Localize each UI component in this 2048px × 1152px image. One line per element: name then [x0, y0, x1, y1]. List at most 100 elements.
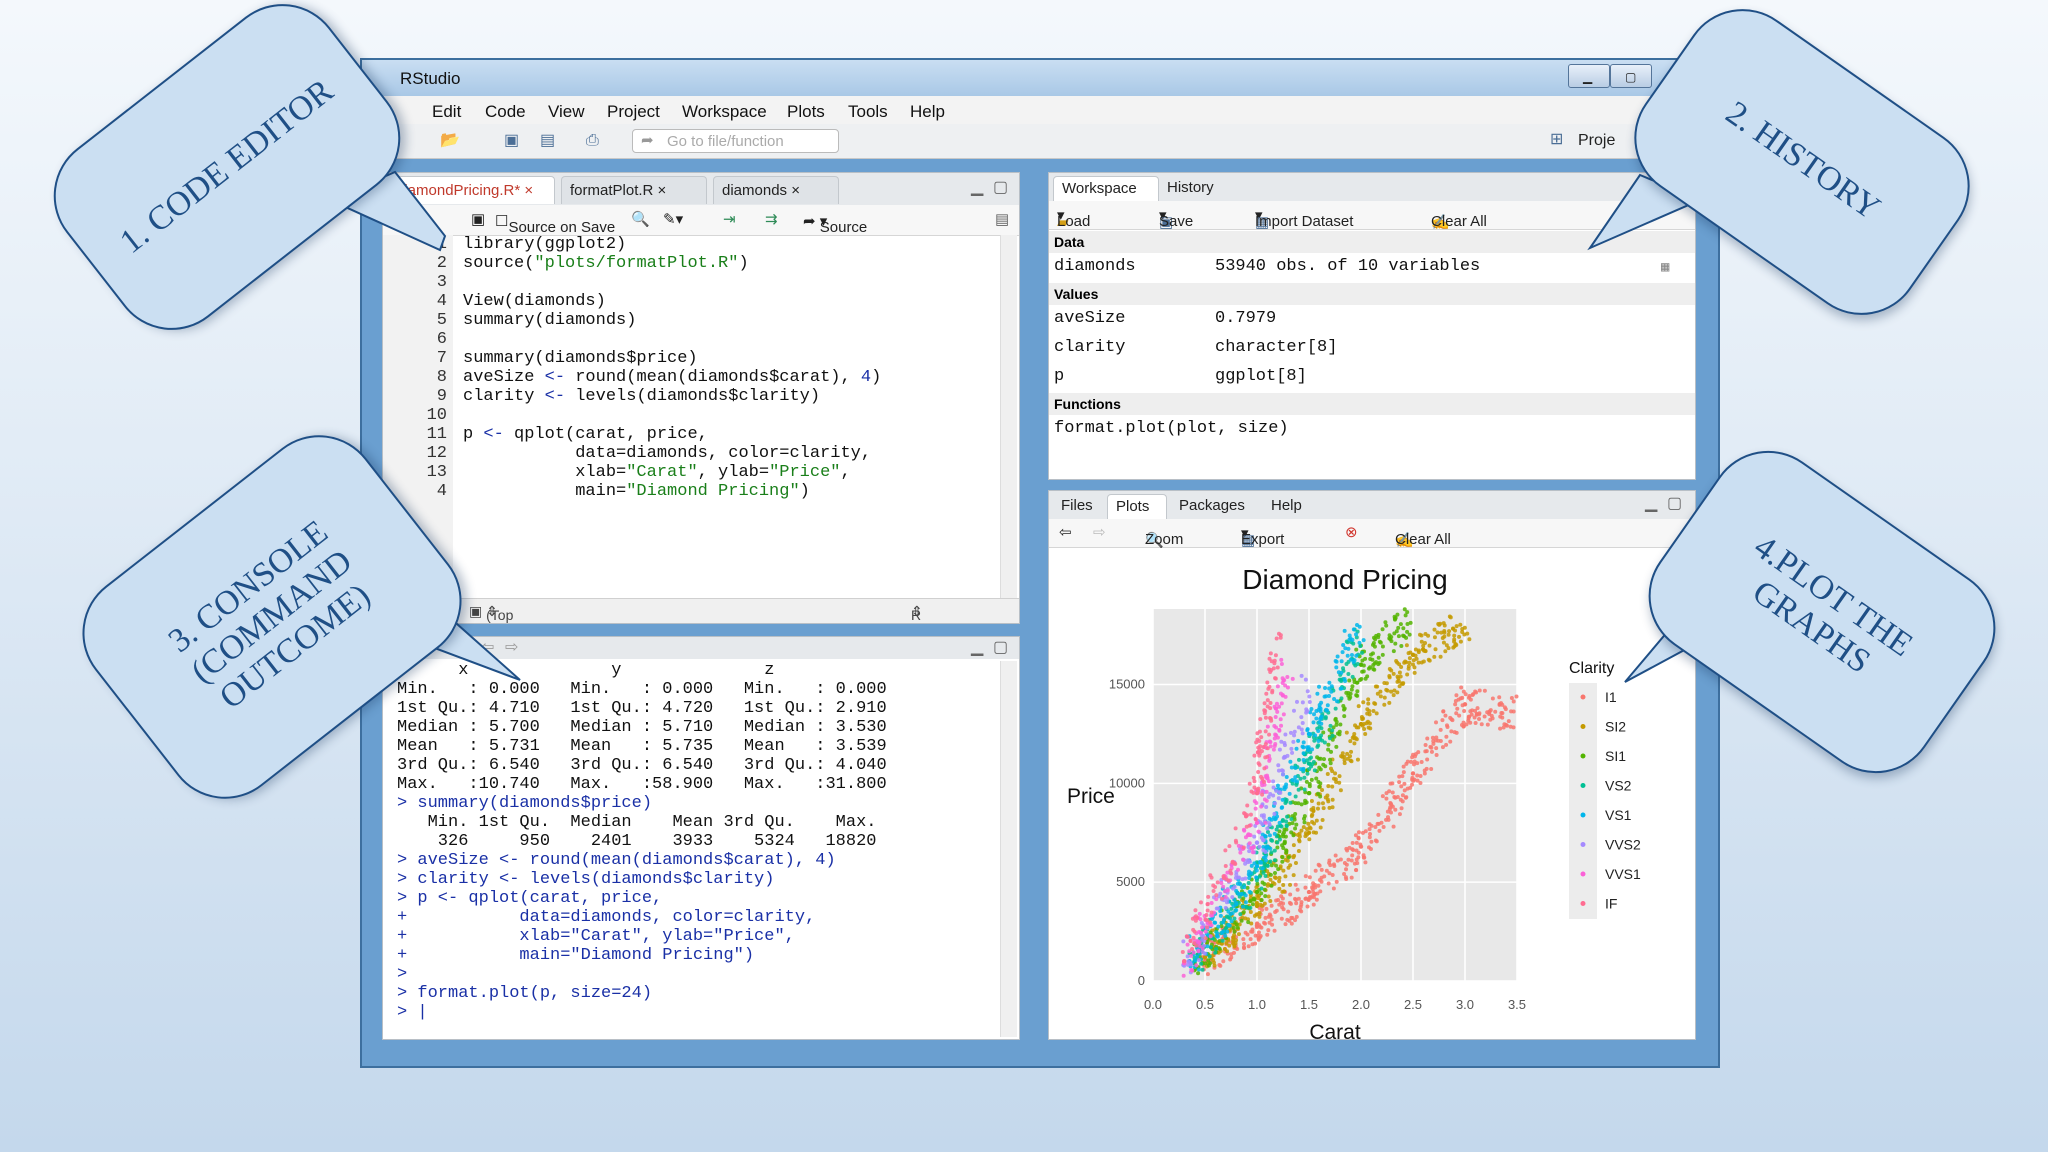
code-line[interactable]: summary(diamonds) — [463, 311, 881, 330]
data-point — [1368, 831, 1373, 836]
menu-plots[interactable]: Plots — [787, 102, 825, 122]
workspace-row-diamonds[interactable]: diamonds 53940 obs. of 10 variables ▦ — [1049, 253, 1695, 281]
code-line[interactable]: clarity <- levels(diamonds$clarity) — [463, 387, 881, 406]
close-icon[interactable]: × — [791, 182, 800, 199]
forward-icon[interactable]: ⇨ — [505, 639, 518, 657]
load-button[interactable]: ▰ Load ▾ — [1057, 206, 1090, 231]
menu-edit[interactable]: Edit — [432, 102, 461, 122]
minimize-pane-icon[interactable]: ▁ — [971, 639, 983, 657]
data-point — [1319, 726, 1324, 731]
workspace-row-avesize[interactable]: aveSize 0.7979 — [1049, 305, 1695, 333]
data-point — [1300, 731, 1305, 736]
tab-plots[interactable]: Plots — [1107, 494, 1167, 519]
maximize-pane-icon[interactable]: ▢ — [993, 179, 1008, 197]
tab-history[interactable]: History — [1159, 176, 1235, 201]
editor-scrollbar[interactable] — [1000, 235, 1017, 601]
outline-icon[interactable]: ▤ — [995, 211, 1009, 229]
tab-files[interactable]: Files — [1053, 494, 1105, 519]
remove-plot-icon[interactable]: ⊗ — [1345, 524, 1358, 542]
code-line[interactable] — [463, 330, 881, 349]
menu-code[interactable]: Code — [485, 102, 526, 122]
menu-workspace[interactable]: Workspace — [682, 102, 767, 122]
code-line[interactable]: summary(diamonds$price) — [463, 349, 881, 368]
code-text[interactable]: library(ggplot2) source("plots/formatPlot… — [463, 235, 881, 501]
minimize-pane-icon[interactable]: ▁ — [1645, 495, 1657, 513]
back-icon[interactable]: ⇦ — [481, 639, 494, 657]
console-scrollbar[interactable] — [1000, 661, 1017, 1037]
save-icon[interactable]: ▣ — [471, 211, 485, 229]
grid-view-icon[interactable]: ▦ — [1661, 259, 1669, 276]
menu-project[interactable]: Project — [607, 102, 660, 122]
print-icon[interactable]: ⎙ — [586, 132, 599, 150]
data-point — [1339, 670, 1344, 675]
tab-packages[interactable]: Packages — [1171, 494, 1257, 519]
code-line[interactable] — [463, 406, 881, 425]
save-all-icon[interactable]: ▤ — [540, 132, 555, 150]
minimize-pane-icon[interactable]: ▁ — [971, 179, 983, 197]
maximize-button[interactable]: ▢ — [1610, 64, 1652, 88]
magic-wand-icon[interactable]: ✎▾ — [663, 211, 683, 229]
tab-help[interactable]: Help — [1263, 494, 1317, 519]
goto-file-input[interactable]: ➦ Go to file/function — [632, 129, 839, 153]
source-button[interactable]: ➦ Source ▾ — [803, 212, 867, 236]
data-point — [1287, 791, 1292, 796]
rerun-icon[interactable]: ⇉ — [765, 211, 778, 229]
data-point — [1338, 857, 1343, 862]
project-icon[interactable]: ⊞ — [1550, 131, 1563, 149]
scope-selector[interactable]: ▣ (Top Level) ⇕ — [469, 603, 513, 623]
data-point — [1387, 674, 1392, 679]
code-line[interactable]: source("plots/formatPlot.R") — [463, 254, 881, 273]
save-icon[interactable]: ▣ — [504, 132, 519, 150]
data-point — [1278, 717, 1283, 722]
data-point — [1232, 943, 1237, 948]
maximize-pane-icon[interactable]: ▢ — [993, 639, 1008, 657]
code-line[interactable]: p <- qplot(carat, price, — [463, 425, 881, 444]
data-point — [1401, 770, 1406, 775]
data-point — [1265, 704, 1270, 709]
code-line[interactable]: library(ggplot2) — [463, 235, 881, 254]
workspace-row-format-plot[interactable]: format.plot(plot, size) — [1049, 415, 1695, 443]
project-label[interactable]: Proje — [1578, 132, 1615, 150]
minimize-button[interactable]: ▁ — [1568, 64, 1610, 88]
data-point — [1432, 627, 1437, 632]
data-point — [1373, 824, 1378, 829]
data-point — [1272, 858, 1277, 863]
maximize-pane-icon[interactable]: ▢ — [1667, 495, 1682, 513]
data-point — [1275, 709, 1280, 714]
tab-diamonds[interactable]: diamonds × — [713, 176, 839, 204]
filetype-selector[interactable]: R Script ⇕ — [911, 603, 923, 623]
data-point — [1254, 875, 1259, 880]
callout-label: 1. CODE EDITOR — [113, 72, 341, 261]
open-folder-icon[interactable]: 📂 — [440, 132, 460, 150]
search-icon[interactable]: 🔍 — [631, 211, 650, 229]
code-line[interactable]: data=diamonds, color=clarity, — [463, 444, 881, 463]
tab-diamondpricing[interactable]: diamondPricing.R* × — [387, 176, 555, 204]
import-dataset-button[interactable]: ▦ Import Dataset ▾ — [1255, 206, 1353, 231]
code-line[interactable] — [463, 273, 881, 292]
legend-label: VS1 — [1605, 807, 1632, 823]
data-point — [1316, 791, 1321, 796]
menu-tools[interactable]: Tools — [848, 102, 888, 122]
console-output[interactable]: x y z Min. : 0.000 Min. : 0.000 Min. : 0.… — [397, 661, 887, 1022]
next-plot-icon[interactable]: ⇨ — [1093, 524, 1106, 542]
close-icon[interactable]: × — [658, 182, 667, 199]
menu-help[interactable]: Help — [910, 102, 945, 122]
tab-workspace[interactable]: Workspace — [1053, 176, 1159, 201]
code-line[interactable]: aveSize <- round(mean(diamonds$carat), 4… — [463, 368, 881, 387]
data-point — [1387, 700, 1392, 705]
code-line[interactable]: View(diamonds) — [463, 292, 881, 311]
previous-plot-icon[interactable]: ⇦ — [1059, 524, 1072, 542]
data-point — [1327, 694, 1332, 699]
tab-formatplot[interactable]: formatPlot.R × — [561, 176, 707, 204]
menu-view[interactable]: View — [548, 102, 585, 122]
export-button[interactable]: ▦ Export ▾ — [1241, 524, 1284, 549]
save-button[interactable]: ▣ Save ▾ — [1159, 206, 1193, 231]
data-point — [1352, 732, 1357, 737]
close-icon[interactable]: × — [524, 182, 533, 199]
source-on-save-checkbox[interactable]: ☐ Source on Save — [495, 212, 615, 236]
workspace-row-p[interactable]: p ggplot[8] — [1049, 363, 1695, 391]
workspace-row-clarity[interactable]: clarity character[8] — [1049, 334, 1695, 362]
code-line[interactable]: main="Diamond Pricing") — [463, 482, 881, 501]
code-line[interactable]: xlab="Carat", ylab="Price", — [463, 463, 881, 482]
run-line-icon[interactable]: ⇥ — [723, 211, 736, 229]
